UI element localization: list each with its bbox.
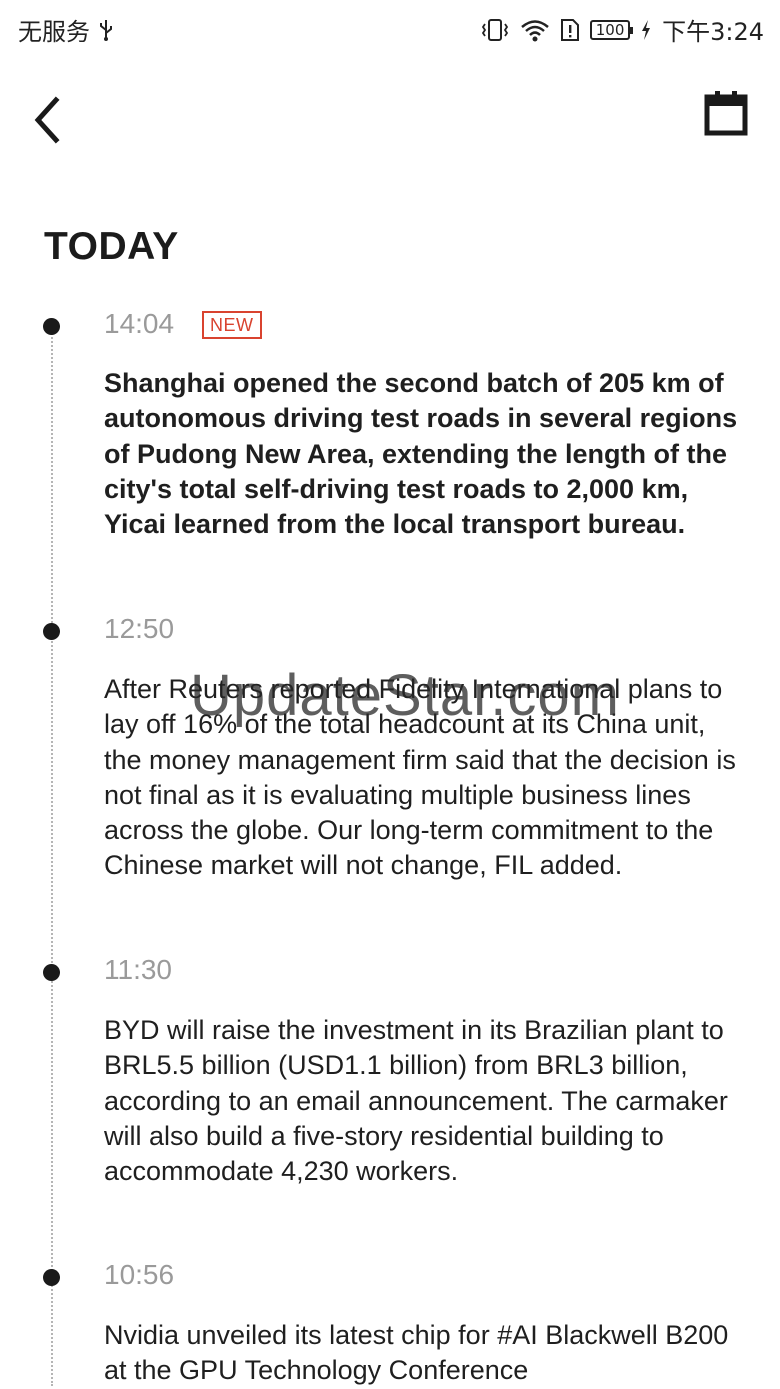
timeline-dot — [43, 964, 60, 981]
calendar-icon — [704, 90, 748, 136]
news-time: 14:04 — [104, 308, 175, 339]
vibrate-icon — [480, 18, 510, 42]
usb-icon — [98, 18, 114, 42]
charging-icon — [640, 18, 652, 42]
chevron-left-icon — [28, 88, 68, 144]
news-text: Nvidia unveiled its latest chip for #AI … — [104, 1320, 729, 1386]
top-navigation-bar — [0, 80, 780, 150]
timeline-dot — [43, 1269, 60, 1286]
news-time: 12:50 — [104, 613, 175, 644]
news-time: 11:30 — [104, 954, 172, 985]
carrier-label: 无服务 — [18, 18, 90, 46]
news-time: 10:56 — [104, 1259, 175, 1290]
timeline-dot — [43, 318, 60, 335]
news-text: Shanghai opened the second batch of 205 … — [104, 368, 738, 540]
battery-icon: 100 — [590, 19, 634, 40]
status-bar: 无服务 100 下午3:24 — [0, 0, 780, 56]
timeline-line — [51, 326, 53, 1386]
news-text: BYD will raise the investment in its Bra… — [104, 1015, 728, 1187]
sim-alert-icon — [560, 18, 580, 42]
news-text: After Reuters reported Fidelity Internat… — [104, 674, 736, 881]
back-button[interactable] — [28, 88, 68, 144]
clock: 下午3:24 — [662, 18, 764, 46]
timeline-dot — [43, 623, 60, 640]
wifi-icon — [520, 18, 550, 42]
section-title: TODAY — [44, 225, 179, 268]
calendar-button[interactable] — [704, 90, 748, 136]
new-badge: NEW — [202, 311, 262, 339]
